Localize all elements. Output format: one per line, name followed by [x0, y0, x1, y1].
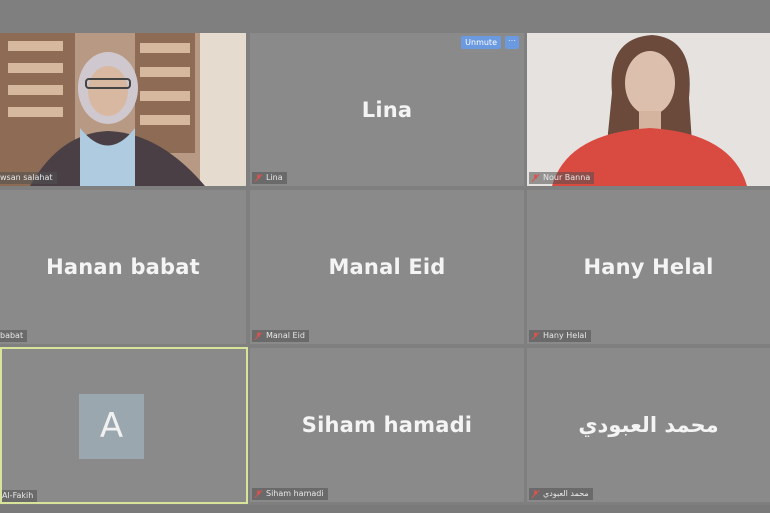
mic-muted-icon: [254, 490, 263, 498]
participant-label: Manal Eid: [252, 330, 309, 342]
bottom-strip: [0, 505, 770, 513]
mic-muted-icon: [254, 332, 263, 340]
participant-label: محمد العبودي: [529, 488, 593, 500]
video-tile-1[interactable]: wsan salahat: [0, 33, 246, 186]
mic-muted-icon: [254, 174, 263, 182]
participant-label: Lina: [252, 172, 287, 184]
participant-name: محمد العبودي: [578, 413, 719, 437]
top-strip: [0, 0, 770, 33]
more-options-button[interactable]: ···: [505, 36, 519, 49]
participant-label: Al-Fakih: [2, 490, 38, 502]
participant-label: wsan salahat: [0, 172, 57, 184]
mic-muted-icon: [531, 490, 540, 498]
participant-video-1: [0, 33, 246, 186]
video-tile-2[interactable]: Lina Unmute ··· Lina: [250, 33, 524, 186]
avatar: A: [79, 394, 144, 459]
video-tile-7[interactable]: A Al-Fakih: [0, 347, 248, 504]
participant-name: Hany Helal: [583, 255, 714, 279]
participant-label: Hany Helal: [529, 330, 591, 342]
participant-label: Siham hamadi: [252, 488, 328, 500]
video-tile-5[interactable]: Manal Eid Manal Eid: [250, 190, 524, 344]
mic-muted-icon: [531, 174, 540, 182]
mic-muted-icon: [531, 332, 540, 340]
participant-label: babat: [0, 330, 28, 342]
participant-video-3: [527, 33, 770, 186]
unmute-button[interactable]: Unmute: [461, 36, 501, 49]
video-tile-4[interactable]: Hanan babat babat: [0, 190, 246, 344]
video-tile-9[interactable]: محمد العبودي محمد العبودي: [527, 348, 770, 502]
participant-name: Siham hamadi: [301, 413, 473, 437]
video-tile-8[interactable]: Siham hamadi Siham hamadi: [250, 348, 524, 502]
participant-name: Manal Eid: [328, 255, 446, 279]
video-tile-3[interactable]: Nour Banna: [527, 33, 770, 186]
participant-name: Lina: [361, 97, 413, 122]
video-tile-6[interactable]: Hany Helal Hany Helal: [527, 190, 770, 344]
participant-label: Nour Banna: [529, 172, 595, 184]
participant-name: Hanan babat: [46, 255, 200, 279]
